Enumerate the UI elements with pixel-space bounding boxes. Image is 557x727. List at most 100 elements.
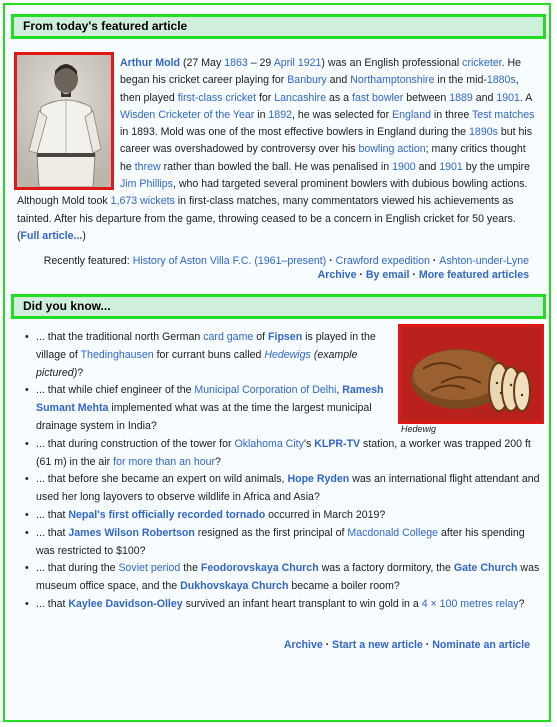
- separator-dot: ·: [409, 269, 419, 281]
- by-email-link[interactable]: By email: [366, 269, 410, 281]
- link[interactable]: 1889: [449, 92, 473, 104]
- dyk-header: Did you know...: [11, 294, 546, 319]
- text: in 1893. Mold was one of the most effect…: [120, 126, 470, 139]
- link[interactable]: April: [274, 57, 295, 69]
- text: and: [472, 91, 497, 104]
- text: resigned as the first principal of: [194, 526, 348, 539]
- link[interactable]: Kaylee Davidson-Olley: [68, 598, 182, 610]
- text: occurred in March 2019?: [265, 508, 386, 521]
- text: ... that during the: [36, 562, 119, 575]
- link[interactable]: 1863: [224, 57, 248, 69]
- link[interactable]: 1890s: [469, 126, 498, 138]
- list-item: ... that Nepal's first officially record…: [19, 507, 544, 525]
- text: survived an infant heart transplant to w…: [182, 597, 422, 610]
- separator-dot: ·: [356, 269, 366, 281]
- link[interactable]: first-class cricket: [178, 92, 256, 104]
- link[interactable]: Wisden Cricketer of the Year: [120, 109, 254, 121]
- link[interactable]: card game: [203, 331, 253, 343]
- text: of: [253, 331, 269, 343]
- link[interactable]: threw: [135, 161, 161, 173]
- link[interactable]: 1880s: [487, 74, 516, 86]
- dyk-footer-links: Archive · Start a new article · Nominate…: [284, 639, 530, 651]
- link[interactable]: Test matches: [472, 109, 534, 121]
- list-item: ... that James Wilson Robertson resigned…: [19, 525, 544, 561]
- recent-item-3[interactable]: Ashton-under-Lyne: [439, 255, 529, 267]
- list-item: ... that Kaylee Davidson-Olley survived …: [19, 596, 544, 614]
- separator-dot: ·: [322, 639, 333, 651]
- text: . A: [519, 91, 532, 104]
- link[interactable]: Jim Phillips: [120, 178, 173, 190]
- recent-item-2[interactable]: Crawford expedition: [336, 255, 430, 267]
- list-item: ... that while chief engineer of the Mun…: [19, 382, 386, 435]
- separator-dot: ·: [429, 255, 440, 267]
- recent-item-1[interactable]: History of Aston Villa F.C. (1961–presen…: [133, 255, 327, 267]
- link[interactable]: Thedinghausen: [81, 349, 154, 361]
- text: , he was selected for: [291, 108, 393, 121]
- link[interactable]: Hedewigs: [264, 349, 311, 361]
- link[interactable]: 1901: [496, 92, 520, 104]
- link[interactable]: fast bowler: [352, 92, 403, 104]
- link[interactable]: 1,673: [111, 195, 138, 207]
- link[interactable]: 1892: [268, 109, 292, 121]
- recently-featured-label: Recently featured:: [43, 255, 133, 267]
- text: in the mid-: [434, 74, 487, 87]
- tfa-header: From today's featured article: [11, 14, 546, 39]
- list-item: ... that during construction of the towe…: [19, 436, 544, 472]
- text: and: [326, 74, 351, 87]
- text: for: [256, 91, 275, 104]
- link[interactable]: Macdonald College: [347, 527, 438, 539]
- text: ... that before she became an expert on …: [36, 473, 288, 486]
- list-item: ... that before she became an expert on …: [19, 471, 544, 507]
- text: for currant buns called: [153, 348, 265, 361]
- link[interactable]: Lancashire: [274, 92, 326, 104]
- link[interactable]: Banbury: [287, 74, 326, 86]
- more-featured-link[interactable]: More featured articles: [419, 269, 529, 281]
- tfa-title-link[interactable]: Arthur Mold: [120, 57, 180, 69]
- text: ... that during construction of the towe…: [36, 437, 235, 450]
- link[interactable]: 1900: [392, 161, 416, 173]
- text: in three: [430, 108, 473, 121]
- text: in: [254, 108, 269, 121]
- link[interactable]: for more than an hour: [113, 456, 215, 468]
- link[interactable]: Fipsen: [268, 331, 302, 343]
- text: between: [403, 91, 450, 104]
- link[interactable]: Nepal's first officially recorded tornad…: [68, 509, 265, 521]
- link[interactable]: Soviet period: [118, 562, 180, 574]
- text: rather than bowled the ball. He was pena…: [160, 160, 393, 173]
- text: ) was an English professional: [321, 57, 463, 69]
- link[interactable]: wickets: [140, 195, 175, 207]
- link[interactable]: Hope Ryden: [287, 473, 349, 485]
- text: as a: [326, 91, 353, 104]
- link[interactable]: Northamptonshire: [350, 74, 434, 86]
- link[interactable]: 1901: [439, 161, 463, 173]
- text: ... that: [36, 597, 69, 610]
- link[interactable]: 1921: [298, 57, 322, 69]
- link[interactable]: 4 × 100 metres relay: [422, 598, 519, 610]
- list-item: ... that the traditional north German ca…: [19, 329, 386, 382]
- link[interactable]: Dukhovskaya Church: [180, 580, 288, 592]
- separator-dot: ·: [326, 255, 336, 267]
- start-new-article-link[interactable]: Start a new article: [332, 639, 423, 651]
- text: the: [180, 562, 201, 575]
- text: ... that: [36, 526, 69, 539]
- dyk-archive-link[interactable]: Archive: [284, 639, 323, 651]
- link[interactable]: Oklahoma City: [234, 438, 303, 450]
- separator-dot: ·: [422, 639, 433, 651]
- text: 's: [303, 437, 315, 450]
- text: ... that while chief engineer of the: [36, 384, 195, 397]
- link[interactable]: Gate Church: [454, 562, 518, 574]
- link[interactable]: England: [392, 109, 431, 121]
- full-article-link[interactable]: Full article...: [21, 230, 83, 242]
- list-item: ... that during the Soviet period the Fe…: [19, 560, 544, 596]
- link[interactable]: Municipal Corporation of Delhi: [194, 384, 336, 396]
- tfa-blurb: Arthur Mold (27 May 1863 – 29 April 1921…: [17, 55, 540, 245]
- link[interactable]: KLPR-TV: [314, 438, 360, 450]
- link[interactable]: James Wilson Robertson: [68, 527, 194, 539]
- nominate-article-link[interactable]: Nominate an article: [432, 639, 530, 651]
- text: (27 May: [180, 57, 225, 69]
- link[interactable]: bowling action: [358, 143, 425, 155]
- recently-featured: Recently featured: History of Aston Vill…: [44, 253, 529, 270]
- link[interactable]: cricketer: [462, 57, 501, 69]
- tfa-archive-link[interactable]: Archive: [318, 269, 357, 281]
- link[interactable]: Feodorovskaya Church: [201, 562, 319, 574]
